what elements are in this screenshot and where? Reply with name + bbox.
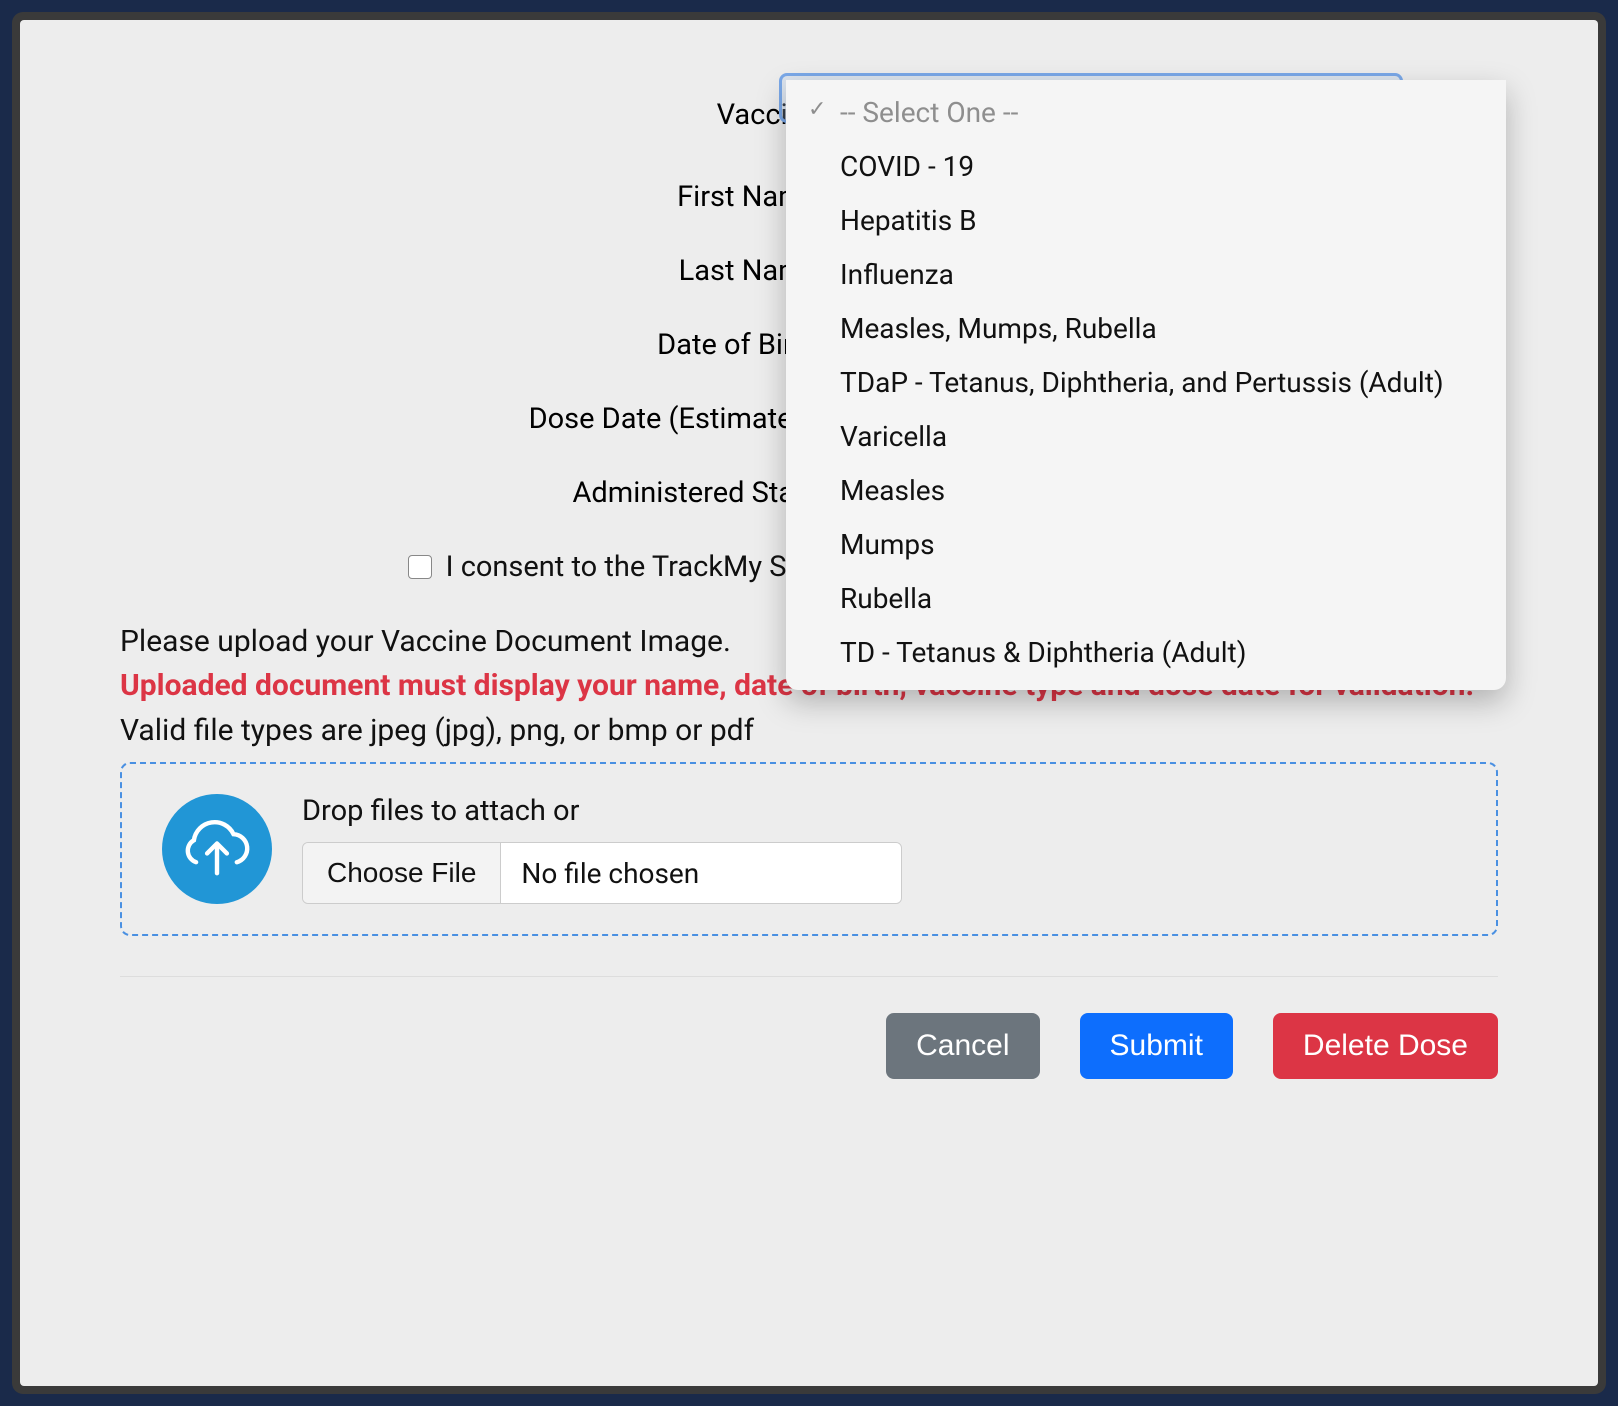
dropdown-option[interactable]: Influenza	[786, 248, 1506, 302]
cancel-button[interactable]: Cancel	[886, 1013, 1039, 1079]
dropdown-option[interactable]: COVID - 19	[786, 140, 1506, 194]
dropdown-option[interactable]: TD - Tetanus & Diphtheria (Adult)	[786, 626, 1506, 680]
divider	[120, 976, 1498, 977]
dose-date-label: Dose Date (Estimated):	[120, 402, 840, 436]
last-name-label: Last Name:	[120, 254, 840, 288]
vaccine-label: Vaccine:	[120, 98, 840, 132]
cloud-upload-icon	[162, 794, 272, 904]
dropdown-option[interactable]: Measles, Mumps, Rubella	[786, 302, 1506, 356]
delete-dose-button[interactable]: Delete Dose	[1273, 1013, 1498, 1079]
dropdown-placeholder[interactable]: -- Select One --	[786, 86, 1506, 140]
first-name-label: First Name:	[120, 180, 840, 214]
dropdown-option[interactable]: Hepatitis B	[786, 194, 1506, 248]
submit-button[interactable]: Submit	[1080, 1013, 1233, 1079]
dropdown-option[interactable]: Measles	[786, 464, 1506, 518]
file-chosen-status: No file chosen	[501, 843, 901, 903]
consent-checkbox[interactable]	[408, 555, 432, 579]
dropdown-option[interactable]: Rubella	[786, 572, 1506, 626]
dob-label: Date of Birth:	[120, 328, 840, 362]
dropdown-option[interactable]: Mumps	[786, 518, 1506, 572]
admin-state-label: Administered State:	[120, 476, 840, 510]
vaccine-dropdown-list: -- Select One -- COVID - 19 Hepatitis B …	[786, 80, 1506, 690]
upload-filetypes: Valid file types are jpeg (jpg), png, or…	[120, 713, 1498, 748]
dropdown-option[interactable]: TDaP - Tetanus, Diphtheria, and Pertussi…	[786, 356, 1506, 410]
dropdown-option[interactable]: Varicella	[786, 410, 1506, 464]
file-dropzone[interactable]: Drop files to attach or Choose File No f…	[120, 762, 1498, 936]
drop-files-text: Drop files to attach or	[302, 794, 902, 828]
choose-file-button[interactable]: Choose File	[303, 843, 501, 903]
